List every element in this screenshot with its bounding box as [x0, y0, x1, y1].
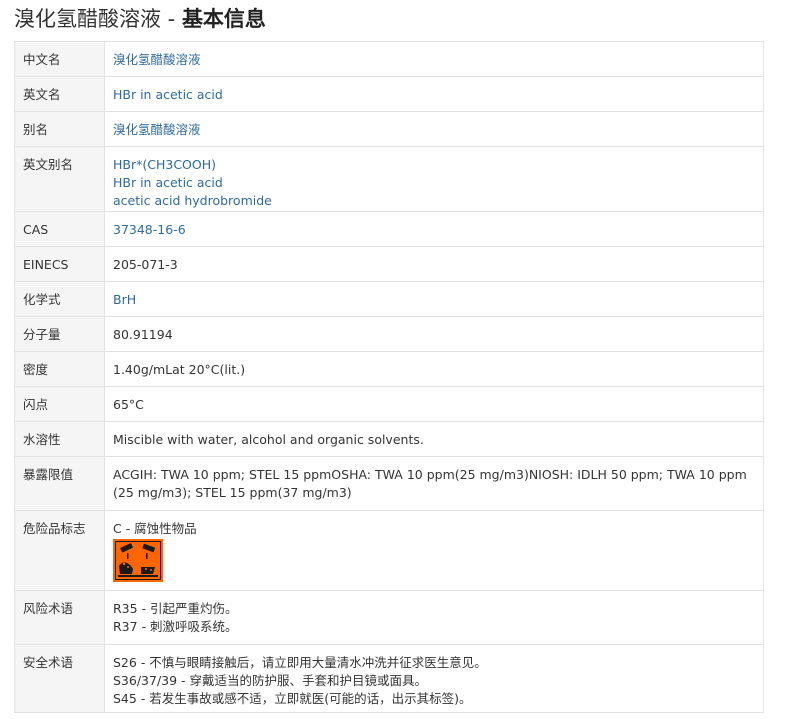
cas-number-link[interactable]: 37348-16-6	[113, 222, 186, 237]
row-label: 分子量	[14, 316, 105, 352]
row-label: 水溶性	[14, 421, 105, 457]
row-label: 密度	[14, 351, 105, 387]
table-row: 闪点 65°C	[14, 386, 764, 422]
molecular-weight-value: 80.91194	[104, 316, 764, 352]
title-separator: -	[161, 7, 182, 31]
row-label: 安全术语	[14, 644, 105, 713]
exposure-limits-text: ACGIH: TWA 10 ppm; STEL 15 ppmOSHA: TWA …	[113, 467, 747, 500]
row-label: EINECS	[14, 246, 105, 282]
table-row: 英文别名 HBr*(CH3COOH) HBr in acetic acid ac…	[14, 146, 764, 212]
table-row: CAS 37348-16-6	[14, 211, 764, 247]
table-row: 分子量 80.91194	[14, 316, 764, 352]
formula-link[interactable]: BrH	[113, 292, 136, 307]
table-row: 水溶性 Miscible with water, alcohol and org…	[14, 421, 764, 457]
table-row: 安全术语 S26 - 不慎与眼睛接触后，请立即用大量清水冲洗并征求医生意见。 S…	[14, 644, 764, 713]
row-value-cell: HBr*(CH3COOH) HBr in acetic acid acetic …	[104, 146, 764, 212]
english-name-link[interactable]: HBr in acetic acid	[113, 87, 223, 102]
table-row: 中文名 溴化氢醋酸溶液	[14, 41, 764, 77]
page-title: 溴化氢醋酸溶液 - 基本信息	[14, 4, 266, 34]
row-label: 中文名	[14, 41, 105, 77]
title-section: 基本信息	[181, 7, 266, 31]
row-label: 化学式	[14, 281, 105, 317]
row-value-cell: BrH	[104, 281, 764, 317]
table-row: 英文名 HBr in acetic acid	[14, 76, 764, 112]
table-row: 风险术语 R35 - 引起严重灼伤。 R37 - 刺激呼吸系统。	[14, 590, 764, 645]
risk-phrase: R37 - 刺激呼吸系统。	[113, 619, 238, 634]
title-compound-name: 溴化氢醋酸溶液	[14, 7, 161, 31]
einecs-value: 205-071-3	[104, 246, 764, 282]
english-alias-link[interactable]: HBr*(CH3COOH)	[113, 156, 755, 174]
row-label: 别名	[14, 111, 105, 147]
english-alias-link[interactable]: HBr in acetic acid	[113, 174, 755, 192]
table-row: 密度 1.40g/mLat 20°C(lit.)	[14, 351, 764, 387]
row-value-cell: 溴化氢醋酸溶液	[104, 41, 764, 77]
hazard-symbol-text: C - 腐蚀性物品	[113, 521, 197, 536]
table-row: 化学式 BrH	[14, 281, 764, 317]
chinese-name-link[interactable]: 溴化氢醋酸溶液	[113, 52, 201, 67]
safety-phrase: S36/37/39 - 穿戴适当的防护服、手套和护目镜或面具。	[113, 673, 428, 688]
basic-info-table: 中文名 溴化氢醋酸溶液 英文名 HBr in acetic acid 别名 溴化…	[14, 41, 764, 713]
table-row: EINECS 205-071-3	[14, 246, 764, 282]
safety-phrase: S26 - 不慎与眼睛接触后，请立即用大量清水冲洗并征求医生意见。	[113, 655, 487, 670]
row-label: 英文名	[14, 76, 105, 112]
alias-link[interactable]: 溴化氢醋酸溶液	[113, 122, 201, 137]
flash-point-value: 65°C	[104, 386, 764, 422]
table-row: 危险品标志 C - 腐蚀性物品	[14, 510, 764, 591]
row-label: 风险术语	[14, 590, 105, 645]
row-value-cell: S26 - 不慎与眼睛接触后，请立即用大量清水冲洗并征求医生意见。 S36/37…	[104, 644, 764, 713]
solubility-value: Miscible with water, alcohol and organic…	[104, 421, 764, 457]
row-label: 英文别名	[14, 146, 105, 212]
risk-phrase: R35 - 引起严重灼伤。	[113, 601, 238, 616]
row-label: 闪点	[14, 386, 105, 422]
row-value-cell: 溴化氢醋酸溶液	[104, 111, 764, 147]
density-value: 1.40g/mLat 20°C(lit.)	[104, 351, 764, 387]
row-label: 暴露限值	[14, 456, 105, 511]
row-value-cell: 37348-16-6	[104, 211, 764, 247]
row-value-cell: R35 - 引起严重灼伤。 R37 - 刺激呼吸系统。	[104, 590, 764, 645]
row-value-cell: C - 腐蚀性物品	[104, 510, 764, 591]
safety-phrase: S45 - 若发生事故或感不适，立即就医(可能的话，出示其标签)。	[113, 691, 472, 706]
table-row: 暴露限值 ACGIH: TWA 10 ppm; STEL 15 ppmOSHA:…	[14, 456, 764, 511]
english-alias-link[interactable]: acetic acid hydrobromide	[113, 192, 755, 210]
table-row: 别名 溴化氢醋酸溶液	[14, 111, 764, 147]
row-label: CAS	[14, 211, 105, 247]
row-value-cell: HBr in acetic acid	[104, 76, 764, 112]
exposure-limits-value: ACGIH: TWA 10 ppm; STEL 15 ppmOSHA: TWA …	[104, 456, 764, 511]
row-label: 危险品标志	[14, 510, 105, 591]
corrosive-hazard-icon	[113, 539, 163, 582]
